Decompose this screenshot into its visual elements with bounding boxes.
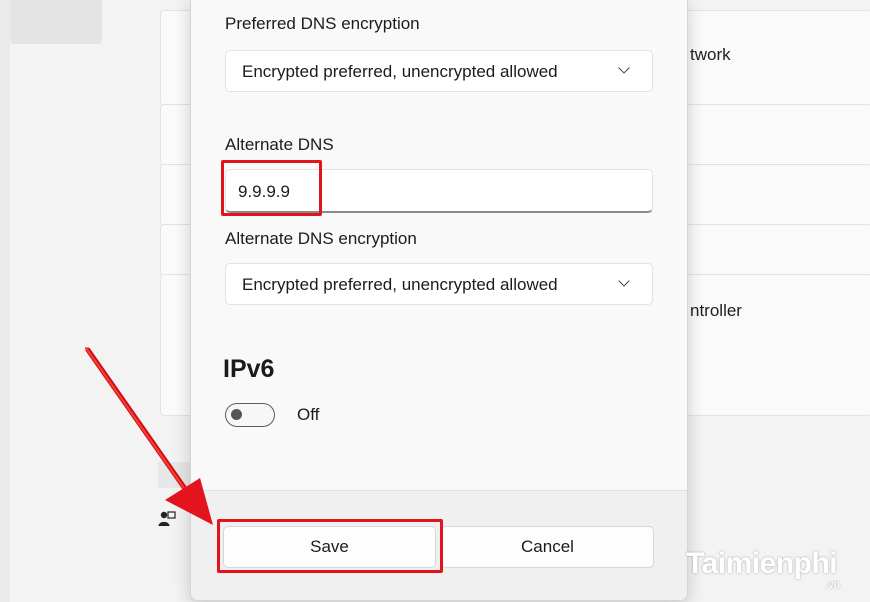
watermark-suffix: .vn [825,577,840,591]
watermark-brand: Taimienphi [686,547,838,580]
red-arrow-icon [85,347,213,525]
watermark-logo: Taimienphi .vn [686,547,840,591]
